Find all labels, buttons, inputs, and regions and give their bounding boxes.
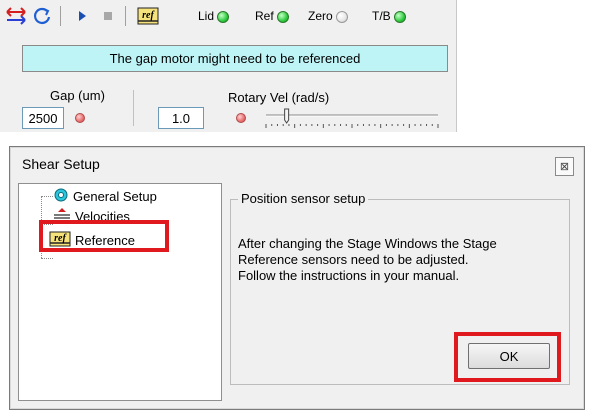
status-message: The gap motor might need to be reference… <box>22 45 448 72</box>
reference-icon[interactable]: ref <box>136 4 160 28</box>
stop-icon[interactable] <box>96 4 120 28</box>
toolbar-separator <box>125 6 126 26</box>
slider-thumb[interactable] <box>284 108 290 124</box>
ok-highlight <box>454 332 561 382</box>
rotary-vel-slider[interactable] <box>262 106 442 130</box>
play-icon[interactable] <box>70 4 94 28</box>
indicator-lid: Lid <box>198 9 230 23</box>
gap-status-led <box>75 113 85 123</box>
indicator-tb-label: T/B <box>372 9 391 23</box>
gap-label: Gap (um) <box>50 88 105 103</box>
indicator-lid-label: Lid <box>198 9 215 23</box>
indicator-zero: Zero <box>308 9 349 23</box>
control-panel: ref Lid Ref Zero T/B The gap motor might… <box>0 0 457 132</box>
lid-led <box>217 10 230 23</box>
tree-connector <box>41 258 53 259</box>
setup-tree: General Setup Velocities ref Reference <box>18 183 222 401</box>
slider-track <box>265 108 439 128</box>
tree-item-general-setup[interactable]: General Setup <box>53 188 157 204</box>
panel-separator <box>133 90 134 126</box>
group-title: Position sensor setup <box>238 191 369 206</box>
rotary-vel-value-field[interactable]: 1.0 <box>158 107 204 129</box>
refresh-icon[interactable] <box>30 4 54 28</box>
gap-value-field[interactable]: 2500 <box>22 107 64 129</box>
toolbar-separator <box>60 6 61 26</box>
rotary-status-led <box>236 113 246 123</box>
tb-led <box>394 10 407 23</box>
tree-item-label: General Setup <box>73 188 157 204</box>
ref-led <box>277 10 290 23</box>
rotary-vel-label: Rotary Vel (rad/s) <box>228 90 330 105</box>
indicator-ref: Ref <box>255 9 290 23</box>
gear-icon <box>53 187 69 206</box>
zero-led <box>336 10 349 23</box>
shear-setup-dialog: Shear Setup ⊠ General Setup Velocities r… <box>9 146 585 410</box>
indicator-tb: T/B <box>372 9 407 23</box>
indicator-ref-label: Ref <box>255 9 274 23</box>
instruction-line-1: After changing the Stage Windows the Sta… <box>238 236 497 251</box>
tree-connector <box>41 196 53 197</box>
close-icon[interactable]: ⊠ <box>555 157 574 176</box>
dialog-title: Shear Setup <box>22 156 100 172</box>
indicator-zero-label: Zero <box>308 9 333 23</box>
reference-highlight <box>39 220 169 252</box>
instruction-line-2: Reference sensors need to be adjusted. <box>238 252 469 267</box>
reference-icon-glyph: ref <box>142 10 155 21</box>
instruction-line-3: Follow the instructions in your manual. <box>238 268 460 283</box>
direction-arrows-icon[interactable] <box>4 4 28 28</box>
